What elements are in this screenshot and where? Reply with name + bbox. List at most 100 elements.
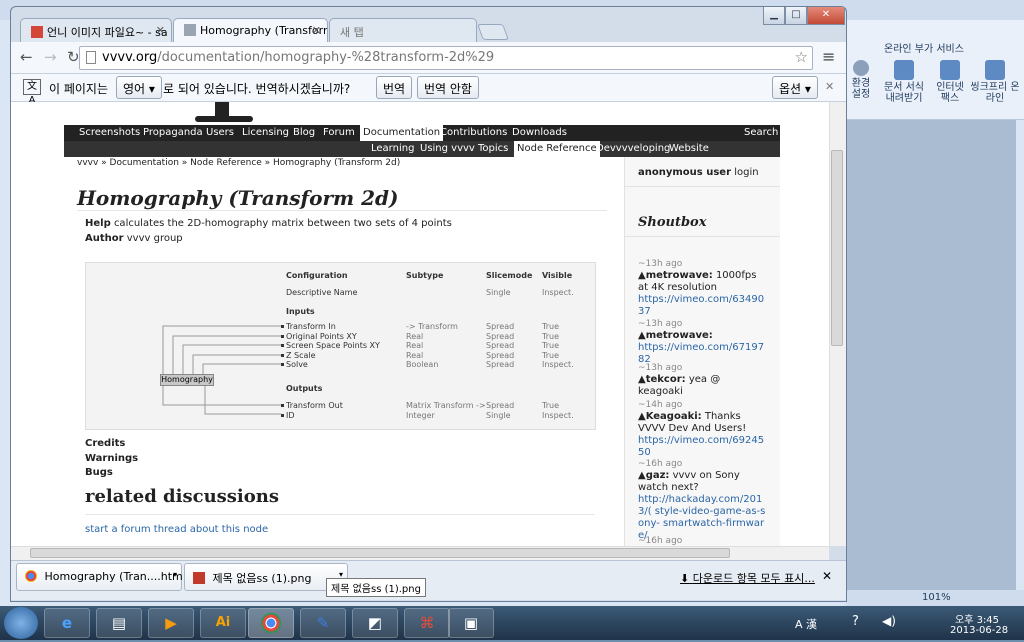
ribbon-thinkfree-button[interactable]: 씽크프리 온라인 [970,60,1020,104]
shout-user: ▲gaz: [638,470,670,481]
ribbon-settings-button[interactable]: 환경 설정 [850,60,872,100]
ribbon-fax-button[interactable]: 인터넷 팩스 [932,60,968,104]
column-header: Subtype [406,271,444,280]
close-window-button[interactable]: ✕ [807,7,845,25]
tab-homography[interactable]: Homography (Transform ✕ [173,18,328,42]
secondary-menu: Learning Using vvvv Topics Node Referenc… [64,141,780,157]
menu-devvvveloping[interactable]: Devvvveloping [596,143,670,154]
ime-language-indicator[interactable]: A 漢 [795,616,817,632]
output-pin-name: Transform Out [286,401,343,410]
input-pin-visible: True [542,322,559,331]
close-download-shelf-icon[interactable]: ✕ [822,569,832,583]
input-pin-visible: True [542,331,559,341]
breadcrumb[interactable]: vvvv » Documentation » Node Reference » … [77,158,400,168]
close-tab-icon[interactable]: ✕ [156,24,165,37]
maximize-button[interactable]: □ [785,7,807,25]
menu-node-reference[interactable]: Node Reference [514,141,600,157]
options-label: 옵션 [779,82,802,96]
close-infobar-icon[interactable]: ✕ [825,80,834,93]
menu-users[interactable]: Users [206,127,234,138]
start-button[interactable] [4,607,38,639]
output-pin-slicemode: Spread [486,401,515,410]
section-credits: Credits [85,438,126,449]
fax-icon [940,60,960,80]
config-name: Descriptive Name [286,288,358,297]
translate-text-after: 로 되어 있습니다. 번역하시겠습니까? [163,82,351,96]
hangul-icon[interactable]: ✎ [300,608,346,638]
show-all-downloads-label: 다운로드 항목 모두 표시... [692,572,815,585]
back-arrow-icon[interactable]: ← [20,48,33,66]
download-item-htm[interactable]: Homography (Tran....htm ▾ [16,563,183,591]
app-icon[interactable]: ◩ [352,608,398,638]
login-link[interactable]: login [734,167,758,178]
menu-documentation[interactable]: Documentation [360,125,444,141]
acrobat-icon[interactable]: ⌘ [404,608,450,638]
reload-icon[interactable]: ↻ [67,48,80,66]
internet-explorer-icon[interactable]: e [44,608,90,638]
media-player-icon[interactable]: ▶ [148,608,194,638]
menu-propaganda[interactable]: Propaganda [143,127,203,138]
shout-link[interactable]: https://vimeo.com/6349037 [638,294,766,318]
shout-item: ~13h ago ▲tekcor: yea @ keagoaki [638,362,766,398]
folder-icon[interactable]: ▤ [96,608,142,638]
volume-icon[interactable]: ◀) [882,614,896,628]
page-icon [86,51,96,64]
tab-gmail[interactable]: 언니 이미지 파일요~ - sa ✕ [20,18,172,42]
input-pin-subtype: Boolean [406,360,439,370]
help-icon[interactable]: ? [852,614,859,629]
config-visible: Inspect. [542,288,574,297]
menu-website[interactable]: Website [669,143,709,154]
clock-date[interactable]: 2013-06-28 [950,625,1008,636]
translate-button[interactable]: 번역 [376,76,413,99]
horizontal-scrollbar-thumb[interactable] [30,548,730,558]
page-title: Homography (Transform 2d) [77,186,399,210]
menu-learning[interactable]: Learning [371,143,414,154]
input-pin-slicemode: Spread [486,360,515,370]
tab-new[interactable]: 새 탭 [329,18,477,42]
forward-arrow-icon[interactable]: → [44,48,57,66]
input-pin-marker [281,353,284,357]
close-tab-icon[interactable]: ✕ [312,24,321,37]
zoom-level[interactable]: 101% [922,592,951,603]
clock-time[interactable]: 오후 3:45 [955,611,999,626]
menu-search[interactable]: Search [744,127,778,138]
new-tab-button[interactable] [477,24,509,40]
no-translate-button[interactable]: 번역 안함 [417,76,479,99]
menu-screenshots[interactable]: Screenshots [79,127,140,138]
input-pin-marker [281,344,284,348]
menu-using-vvvv[interactable]: Using vvvv [420,143,475,154]
menu-licensing[interactable]: Licensing [242,127,289,138]
vertical-scrollbar-thumb[interactable] [831,150,843,346]
download-filename: 제목 없음ss (1).png [212,572,312,585]
forum-thread-link[interactable]: start a forum thread about this node [85,524,268,535]
address-bar[interactable]: vvvv.org/documentation/homography-%28tra… [79,46,813,70]
input-pin-slicemode: Spread [486,341,515,351]
menu-downloads[interactable]: Downloads [512,127,567,138]
help-text: calculates the 2D-homography matrix betw… [113,218,452,229]
bookmark-star-icon[interactable]: ☆ [795,48,808,66]
language-select[interactable]: 영어 ▾ [116,76,162,99]
show-all-downloads-link[interactable]: ⬇ 다운로드 항목 모두 표시... [680,570,815,586]
chevron-down-icon[interactable]: ▾ [173,570,177,579]
minimize-button[interactable]: ▁ [763,7,785,25]
shout-message: ▲metrowave: [638,330,766,342]
menu-contributions[interactable]: Contributions [440,127,507,138]
shout-link[interactable]: https://vimeo.com/6924550 [638,435,766,459]
divider [85,514,595,515]
chrome-taskbar-icon[interactable] [248,608,294,638]
input-pin-marker [281,334,284,338]
divider [624,236,780,237]
chrome-icon [261,613,281,633]
options-button[interactable]: 옵션 ▾ [772,76,818,99]
illustrator-icon[interactable]: Ai [200,608,246,638]
thinkfree-icon [985,60,1005,80]
download-item-png[interactable]: 제목 없음ss (1).png ▾ [184,563,348,591]
paint-icon[interactable]: ▣ [448,608,494,638]
tab-title: 새 탭 [340,26,364,39]
menu-blog[interactable]: Blog [293,127,315,138]
menu-forum[interactable]: Forum [323,127,355,138]
menu-topics[interactable]: Topics [478,143,508,154]
input-pin-marker [281,325,284,328]
menu-icon[interactable]: ≡ [822,47,835,66]
ribbon-templates-button[interactable]: 문서 서식 내려받기 [884,60,924,104]
